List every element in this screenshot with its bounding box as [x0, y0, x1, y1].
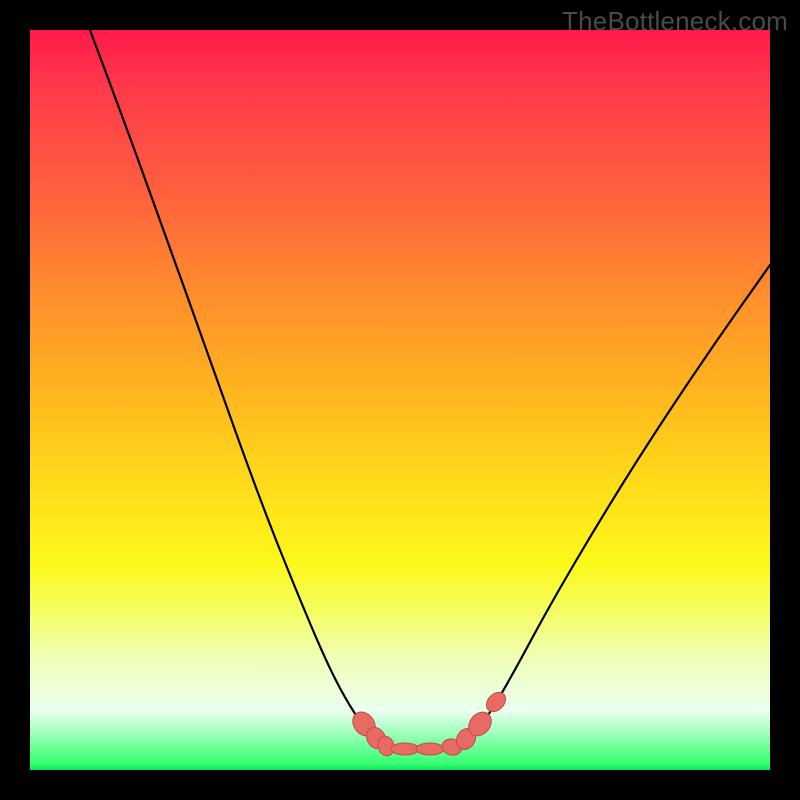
bead-marker — [483, 689, 510, 716]
bead-marker — [416, 743, 444, 755]
outer-frame: TheBottleneck.com — [0, 0, 800, 800]
watermark-text: TheBottleneck.com — [562, 6, 788, 37]
bead-marker — [391, 743, 419, 755]
beads-group — [348, 689, 509, 758]
plot-area — [30, 30, 770, 770]
chart-svg — [30, 30, 770, 770]
bottleneck-curve — [90, 30, 770, 749]
